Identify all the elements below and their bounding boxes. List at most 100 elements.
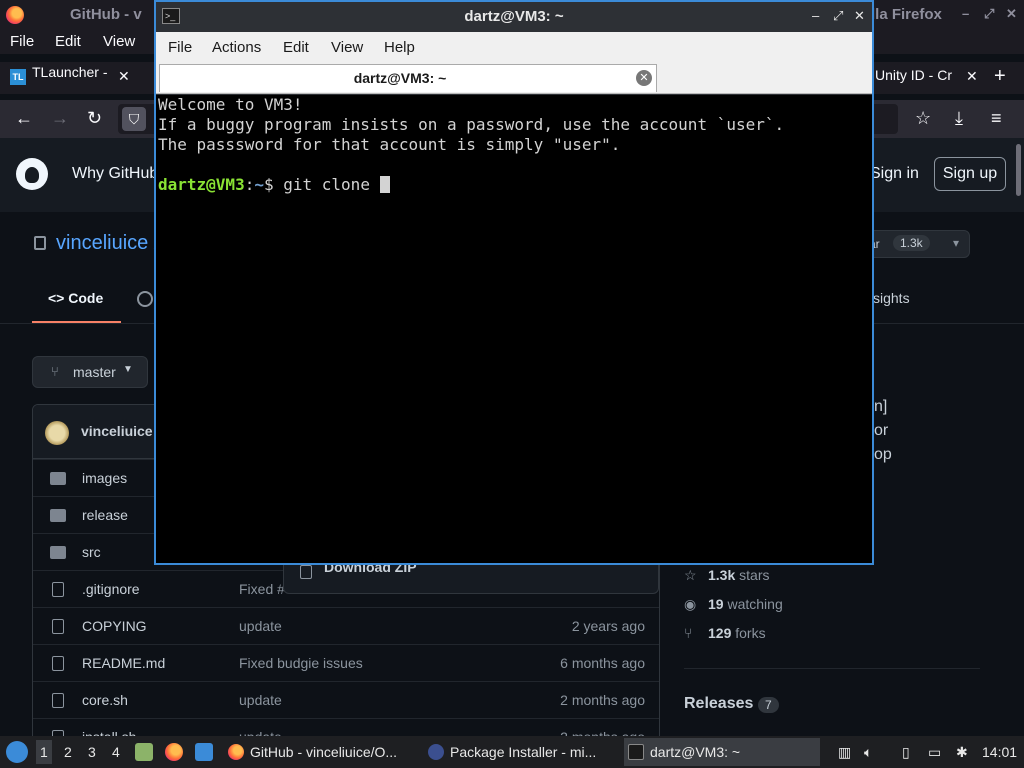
releases-count-badge: 7 bbox=[758, 697, 779, 713]
menu-file[interactable]: File bbox=[168, 39, 192, 56]
workspace-4[interactable]: 4 bbox=[112, 744, 120, 760]
folder-icon bbox=[50, 546, 66, 559]
clipboard-icon[interactable]: ▥ bbox=[838, 744, 851, 761]
releases-heading[interactable]: Releases bbox=[684, 695, 753, 713]
tab-close-icon[interactable]: ✕ bbox=[118, 68, 130, 85]
chevron-down-icon[interactable]: ▾ bbox=[953, 236, 959, 250]
zip-icon bbox=[300, 565, 312, 579]
file-name[interactable]: README.md bbox=[82, 655, 165, 671]
terminal-window[interactable]: >_ dartz@VM3: ~ – ⤢ ✕ File Actions Edit … bbox=[154, 0, 874, 565]
back-icon[interactable]: ← bbox=[15, 108, 33, 129]
minimize-icon[interactable]: – bbox=[812, 8, 819, 23]
commit-author[interactable]: vinceliuice bbox=[81, 423, 153, 439]
downloads-icon[interactable]: ⤓ bbox=[955, 108, 963, 129]
caret-down-icon: ▼ bbox=[123, 364, 133, 375]
hamburger-menu-icon[interactable]: ≡ bbox=[991, 108, 1002, 129]
firefox-launcher-icon[interactable] bbox=[165, 743, 183, 761]
bookmark-star-icon[interactable]: ☆ bbox=[915, 108, 931, 129]
reload-icon[interactable]: ↻ bbox=[87, 108, 102, 129]
menu-actions[interactable]: Actions bbox=[212, 39, 261, 56]
menu-edit[interactable]: Edit bbox=[55, 33, 81, 50]
about-text: or bbox=[874, 422, 889, 439]
tab-close-icon[interactable]: ✕ bbox=[966, 68, 978, 85]
tab-insights[interactable]: sights bbox=[873, 290, 910, 306]
page-scrollbar[interactable] bbox=[1016, 144, 1021, 196]
menu-view[interactable]: View bbox=[331, 39, 363, 56]
commit-message[interactable]: Fixed budgie issues bbox=[239, 655, 363, 671]
github-logo-icon[interactable] bbox=[16, 158, 48, 190]
commit-age: 2 years ago bbox=[571, 618, 645, 634]
divider bbox=[684, 668, 980, 669]
maximize-icon[interactable]: ⤢ bbox=[833, 8, 843, 24]
task-package-installer[interactable]: Package Installer - mi... bbox=[424, 738, 620, 766]
file-row[interactable]: COPYING update 2 years ago bbox=[33, 607, 659, 644]
file-manager-icon[interactable] bbox=[135, 743, 153, 761]
commit-message[interactable]: update bbox=[239, 618, 282, 634]
file-row[interactable]: core.sh update 2 months ago bbox=[33, 681, 659, 718]
watching-stat[interactable]: ◉ 19 watching bbox=[684, 596, 783, 613]
start-menu-icon[interactable] bbox=[6, 741, 28, 763]
close-icon[interactable]: ✕ bbox=[1006, 6, 1017, 22]
clock[interactable]: 14:01 bbox=[982, 744, 1017, 760]
menu-view[interactable]: View bbox=[103, 33, 135, 50]
minimize-icon[interactable]: – bbox=[962, 6, 969, 21]
network-icon[interactable]: ▭ bbox=[928, 744, 941, 761]
branch-icon: ⑂ bbox=[51, 364, 59, 379]
maximize-icon[interactable]: ⤢ bbox=[984, 6, 994, 22]
new-tab-icon[interactable]: + bbox=[994, 65, 1006, 88]
watching-label: watching bbox=[727, 596, 783, 612]
terminal-output[interactable]: Welcome to VM3! If a buggy program insis… bbox=[156, 95, 872, 563]
task-firefox[interactable]: GitHub - vinceliuice/O... bbox=[224, 738, 420, 766]
workspace-2[interactable]: 2 bbox=[64, 744, 72, 760]
task-label: dartz@VM3: ~ bbox=[650, 744, 741, 760]
menu-help[interactable]: Help bbox=[384, 39, 415, 56]
prompt-user: dartz@VM3 bbox=[158, 175, 245, 194]
terminal-titlebar[interactable]: >_ dartz@VM3: ~ – ⤢ ✕ bbox=[156, 2, 872, 32]
forward-icon[interactable]: → bbox=[51, 108, 69, 129]
prompt-symbol: $ bbox=[263, 175, 284, 194]
file-name[interactable]: images bbox=[82, 470, 127, 486]
bluetooth-icon[interactable]: ✱ bbox=[956, 744, 968, 761]
command-input[interactable]: git clone bbox=[283, 175, 379, 194]
nav-why-github[interactable]: Why GitHub bbox=[72, 165, 158, 183]
forks-stat[interactable]: ⑂ 129 forks bbox=[684, 625, 766, 641]
sign-up-button[interactable]: Sign up bbox=[934, 157, 1006, 191]
file-name[interactable]: core.sh bbox=[82, 692, 128, 708]
menu-file[interactable]: File bbox=[10, 33, 34, 50]
workspace-1[interactable]: 1 bbox=[36, 740, 52, 764]
commit-message[interactable]: update bbox=[239, 692, 282, 708]
tab-code[interactable]: <> Code bbox=[48, 290, 103, 306]
workspace-3[interactable]: 3 bbox=[88, 744, 96, 760]
task-terminal[interactable]: dartz@VM3: ~ bbox=[624, 738, 820, 766]
tab-unity-id[interactable]: Unity ID - Cr bbox=[875, 67, 957, 95]
desktop-screen: GitHub - v lla Firefox – ⤢ ✕ File Edit V… bbox=[0, 0, 1024, 768]
close-icon[interactable]: ✕ bbox=[854, 8, 865, 24]
prompt-path: ~ bbox=[254, 175, 264, 194]
file-name[interactable]: .gitignore bbox=[82, 581, 140, 597]
commit-message[interactable]: Fixed # bbox=[239, 581, 285, 597]
volume-icon[interactable]: 🔈︎ bbox=[864, 744, 872, 761]
menu-edit[interactable]: Edit bbox=[283, 39, 309, 56]
stars-stat[interactable]: ☆ 1.3k stars bbox=[684, 567, 769, 584]
sign-in-link[interactable]: Sign in bbox=[870, 165, 919, 183]
issues-icon[interactable] bbox=[137, 291, 153, 307]
repo-owner-link[interactable]: vinceliuice / bbox=[56, 232, 159, 255]
file-name[interactable]: COPYING bbox=[82, 618, 147, 634]
file-name[interactable]: src bbox=[82, 544, 101, 560]
task-label: GitHub - vinceliuice/O... bbox=[250, 744, 398, 760]
avatar[interactable] bbox=[45, 421, 69, 445]
tlauncher-icon: TL bbox=[10, 69, 26, 85]
tab-tlauncher[interactable]: TL TLauncher - bbox=[10, 64, 110, 92]
desktop-icon[interactable] bbox=[195, 743, 213, 761]
file-name[interactable]: release bbox=[82, 507, 128, 523]
branch-selector[interactable]: ⑂ master ▼ bbox=[32, 356, 148, 388]
tracking-shield-icon[interactable]: ⛉ bbox=[122, 107, 146, 131]
tab-close-icon[interactable]: ✕ bbox=[636, 70, 652, 86]
notes-icon[interactable]: ▯ bbox=[902, 744, 910, 761]
file-row[interactable]: README.md Fixed budgie issues 6 months a… bbox=[33, 644, 659, 681]
file-icon bbox=[52, 582, 64, 597]
forks-value: 129 bbox=[708, 625, 732, 641]
terminal-menubar: File Actions Edit View Help bbox=[156, 32, 872, 62]
star-button[interactable]: ar 1.3k ▾ bbox=[860, 230, 970, 258]
terminal-tab[interactable]: dartz@VM3: ~ ✕ bbox=[159, 64, 657, 92]
